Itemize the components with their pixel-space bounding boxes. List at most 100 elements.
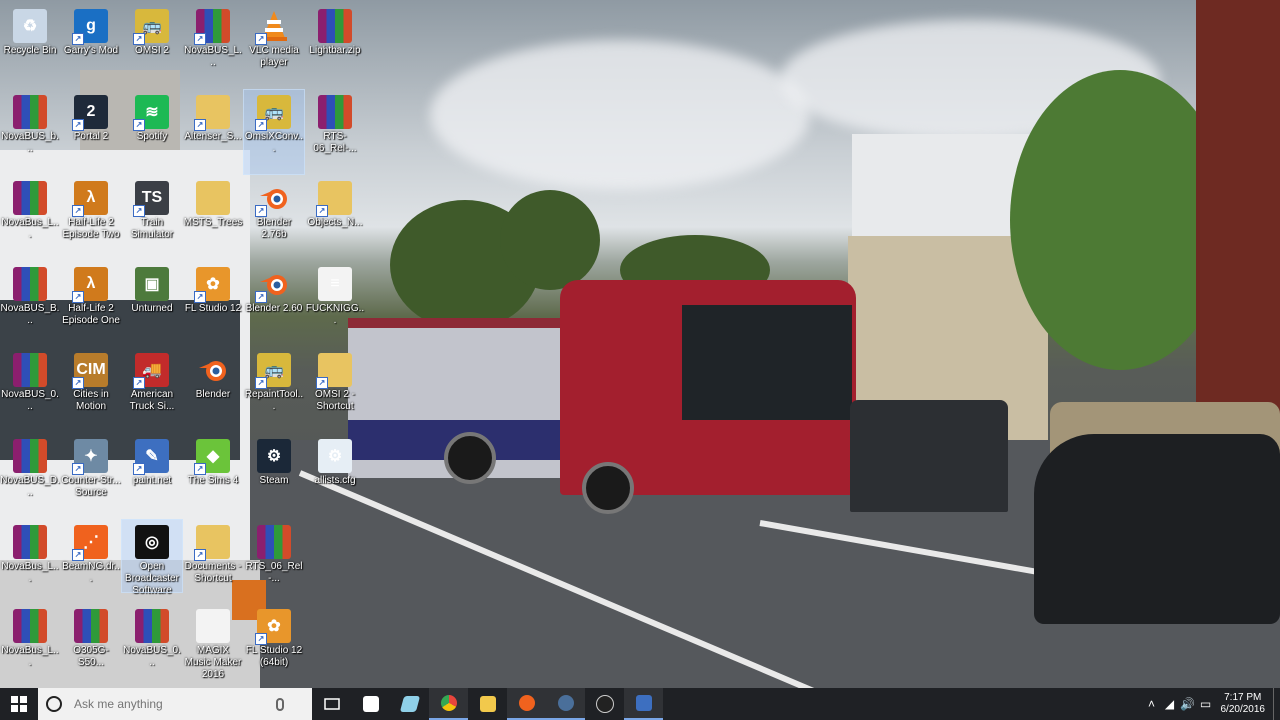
desktop-icon-omsixconv[interactable]: 🚌 ↗ OmsiXConv... <box>243 89 305 175</box>
desktop-icon-text-file[interactable]: ≡ FUCKNIGG... <box>305 262 365 346</box>
taskbar-store[interactable] <box>351 688 390 720</box>
taskbar-steam[interactable] <box>546 688 585 720</box>
taskbar-chrome[interactable] <box>429 688 468 720</box>
desktop-icon-hl2-ep1[interactable]: λ ↗ Half-Life 2 Episode One <box>61 262 121 346</box>
volume-icon[interactable]: 🔊 <box>1179 697 1197 711</box>
blender-taskbar-icon <box>518 695 535 711</box>
winrar-archive-icon <box>13 95 47 129</box>
desktop-icon-omsi-2-shortcut[interactable]: ↗ OMSI 2 - Shortcut <box>305 348 365 432</box>
bus-wheel <box>582 462 634 514</box>
desktop-icon-hl2-ep2[interactable]: λ ↗ Half-Life 2 Episode Two <box>61 176 121 260</box>
bus-wheel <box>444 432 496 484</box>
network-icon[interactable]: ◢ <box>1161 697 1179 711</box>
winrar-archive-icon <box>13 181 47 215</box>
unturned-icon: ▣ <box>135 267 169 301</box>
desktop-icon-novabus-b[interactable]: NovaBUS_b... <box>0 90 60 174</box>
desktop-icon-blender-260[interactable]: ↗ Blender 2.60 <box>244 262 304 346</box>
desktop-icon-obs[interactable]: ◎ Open Broadcaster Software <box>121 519 183 596</box>
obs-icon: ◎ <box>135 525 169 559</box>
chrome-icon <box>440 695 457 711</box>
task-view-button[interactable] <box>312 688 351 720</box>
taskbar-paint-net[interactable] <box>624 688 663 720</box>
taskbar-obs[interactable] <box>585 688 624 720</box>
desktop-icon-novabus-l-4[interactable]: NovaBus_L... <box>0 604 60 688</box>
desktop-icon-magix[interactable]: MAGIX Music Maker 2016 <box>183 604 243 688</box>
desktop-icon-sims-4[interactable]: ◆ ↗ The Sims 4 <box>183 434 243 518</box>
desktop-icon-portal-2[interactable]: 2 ↗ Portal 2 <box>61 90 121 174</box>
omsi-bus-icon: 🚌 ↗ <box>255 353 291 389</box>
desktop-icon-repainttool[interactable]: 🚌 ↗ RepaintTool... <box>244 348 304 432</box>
clock[interactable]: 7:17 PM 6/20/2016 <box>1215 692 1272 716</box>
chevron-up-icon[interactable]: ˄ <box>1143 697 1161 711</box>
desktop-icon-msts-trees[interactable]: MSTS_Trees <box>183 176 243 260</box>
clock-time: 7:17 PM <box>1224 692 1262 703</box>
desktop-icon-novabus-l-3[interactable]: NovaBus_L... <box>0 520 60 604</box>
desktop-icon-novabus-b-2[interactable]: NovaBUS_B... <box>0 262 60 346</box>
winrar-archive-icon <box>13 439 47 473</box>
omsi-bus-icon: 🚌 ↗ <box>255 95 291 131</box>
tree <box>500 190 600 290</box>
desktop-icon-objects[interactable]: ↗ Objects_N... <box>305 176 365 260</box>
desktop-icon-rts-06-2[interactable]: RTS_06_Rel-... <box>244 520 304 604</box>
american-truck-icon: 🚚 ↗ <box>133 353 169 389</box>
taskbar-blender[interactable] <box>507 688 546 720</box>
desktop-icon-beamng[interactable]: ⋰ ↗ BeamNG.dr... <box>61 520 121 604</box>
desktop-icon-cities-in-motion[interactable]: CIM ↗ Cities in Motion <box>61 348 121 432</box>
desktop-icon-allists-cfg[interactable]: ⚙ allists.cfg <box>305 434 365 518</box>
desktop-icon-steam[interactable]: ⚙ Steam <box>244 434 304 518</box>
desktop-icon-fl-studio-12[interactable]: ✿ ↗ FL Studio 12 <box>183 262 243 346</box>
folder-icon: ↗ <box>316 353 352 389</box>
desktop-icon-novabus-d[interactable]: NovaBUS_D... <box>0 434 60 518</box>
blender-icon <box>196 353 230 387</box>
cortana-search-box[interactable] <box>38 688 312 720</box>
desktop-icon-spotify[interactable]: ≋ ↗ Spotify <box>122 90 182 174</box>
desktop-icon-novabus-0-2[interactable]: NovaBUS_0... <box>122 604 182 688</box>
desktop-icon-novabus-0[interactable]: NovaBUS_0... <box>0 348 60 432</box>
desktop-icon-altenser[interactable]: ↗ Altenser_S... <box>183 90 243 174</box>
desktop-icon-rts-06[interactable]: RTS-06_Rel-... <box>305 90 365 174</box>
winrar-archive-icon: ↗ <box>194 9 230 45</box>
taskbar-pinned-app[interactable] <box>390 688 429 720</box>
config-file-icon: ⚙ <box>318 439 352 473</box>
search-input[interactable] <box>72 696 276 712</box>
car <box>1034 434 1280 624</box>
desktop-icon-omsi-2[interactable]: 🚌 ↗ OMSI 2 <box>122 4 182 88</box>
taskbar-file-explorer[interactable] <box>468 688 507 720</box>
desktop-icon-documents-shortcut[interactable]: ↗ Documents - Shortcut <box>183 520 243 604</box>
desktop-icon-american-truck[interactable]: 🚚 ↗ American Truck Si... <box>122 348 182 432</box>
show-desktop-button[interactable] <box>1273 688 1280 720</box>
desktop-icon-counter-strike[interactable]: ✦ ↗ Counter-Str... Source <box>61 434 121 518</box>
notifications-icon[interactable]: ▭ <box>1197 697 1215 711</box>
desktop-icon-novabus-l-2[interactable]: NovaBus_L... <box>0 176 60 260</box>
desktop-icon-recycle-bin[interactable]: ♻ Recycle Bin <box>0 4 60 88</box>
microphone-icon[interactable] <box>276 697 284 711</box>
garrys-mod-icon: g ↗ <box>72 9 108 45</box>
desktop-icon-novabus-l[interactable]: ↗ NovaBUS_L... <box>183 4 243 88</box>
cities-in-motion-icon: CIM ↗ <box>72 353 108 389</box>
desktop-icon-blender[interactable]: Blender <box>183 348 243 432</box>
building <box>1196 0 1280 420</box>
start-button[interactable] <box>0 688 38 720</box>
desktop-icon-lightbar-zip[interactable]: Lightbar.zip <box>305 4 365 88</box>
beamng-icon: ⋰ ↗ <box>72 525 108 561</box>
fl-studio-icon: ✿ ↗ <box>194 267 230 303</box>
desktop-icon-train-simulator[interactable]: TS ↗ Train Simulator <box>122 176 182 260</box>
steam-icon: ⚙ <box>257 439 291 473</box>
documents-icon: ↗ <box>194 525 230 561</box>
desktop-icon-unturned[interactable]: ▣ Unturned <box>122 262 182 346</box>
desktop-icon-fl-studio-64[interactable]: ✿ ↗ FL Studio 12 (64bit) <box>244 604 304 688</box>
portal-2-icon: 2 ↗ <box>72 95 108 131</box>
winrar-archive-icon <box>13 609 47 643</box>
desktop-icon-paint-net[interactable]: ✎ ↗ paint.net <box>122 434 182 518</box>
train-simulator-icon: TS ↗ <box>133 181 169 217</box>
recycle-bin-icon: ♻ <box>13 9 47 43</box>
desktop-icon-blender-276b[interactable]: ↗ Blender 2.76b <box>244 176 304 260</box>
desktop-icon-garrys-mod[interactable]: g ↗ Garry's Mod <box>61 4 121 88</box>
steam-taskbar-icon <box>557 695 574 711</box>
desktop-icon-vlc[interactable]: ↗ VLC media player <box>244 4 304 88</box>
vlc-cone-icon: ↗ <box>255 9 291 45</box>
desktop-icon-o305g[interactable]: O305G-S50... <box>61 604 121 688</box>
winrar-archive-icon <box>13 525 47 559</box>
winrar-archive-icon <box>74 609 108 643</box>
winrar-archive-icon <box>135 609 169 643</box>
